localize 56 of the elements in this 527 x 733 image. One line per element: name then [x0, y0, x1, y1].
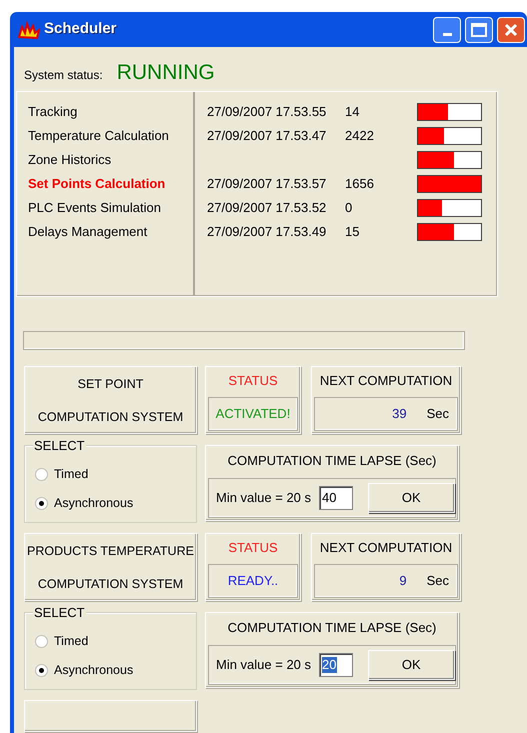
close-button[interactable] [497, 16, 525, 42]
radio-button[interactable] [35, 635, 48, 648]
task-name: Temperature Calculation [28, 127, 170, 145]
min-value-label: Min value = 20 s [216, 656, 312, 674]
system-title: COMPUTATION SYSTEM [38, 408, 184, 424]
system-status-label: System status: [24, 67, 103, 84]
task-name: Set Points Calculation [28, 175, 166, 193]
min-value-label: Min value = 20 s [216, 489, 312, 508]
maximize-icon [471, 22, 487, 36]
radio-option[interactable]: Asynchronous [35, 661, 196, 680]
app-icon [18, 20, 40, 38]
system-title: PRODUCTS TEMPERATURE [27, 542, 194, 558]
radio-option[interactable]: Timed [35, 465, 196, 484]
next-computation-label: NEXT COMPUTATION [318, 539, 454, 558]
ok-button[interactable]: OK [368, 483, 455, 513]
task-name: Tracking [28, 103, 78, 121]
task-name: PLC Events Simulation [28, 199, 162, 217]
time-lapse-input[interactable]: 20 [319, 653, 353, 677]
task-time: 27/09/2007 17.53.49 [207, 223, 328, 241]
system-title: SET POINT [78, 376, 144, 392]
status-value: ACTIVATED! [208, 397, 298, 431]
next-computation-label: NEXT COMPUTATION [318, 372, 454, 390]
radio-option[interactable]: Asynchronous [35, 494, 196, 513]
system-status-value: RUNNING [116, 60, 215, 86]
radio-button[interactable] [35, 468, 48, 481]
next-computation-value: 9 [399, 572, 407, 590]
minimize-button[interactable] [433, 16, 461, 42]
task-name: Delays Management [28, 223, 148, 241]
unit-label: Sec [426, 572, 449, 590]
time-lapse-label: COMPUTATION TIME LAPSE (Sec) [226, 619, 438, 638]
task-count: 15 [345, 223, 360, 241]
task-time: 27/09/2007 17.53.47 [207, 127, 328, 145]
radio-option[interactable]: Timed [35, 632, 196, 651]
next-computation-value: 39 [392, 405, 407, 424]
time-lapse-label: COMPUTATION TIME LAPSE (Sec) [226, 452, 438, 470]
task-time: 27/09/2007 17.53.52 [207, 199, 328, 217]
status-label: STATUS [227, 372, 279, 390]
task-count: 2422 [345, 127, 375, 145]
minimize-icon [442, 32, 452, 36]
maximize-button[interactable] [465, 16, 493, 42]
radio-button[interactable] [35, 497, 48, 510]
task-count: 14 [345, 103, 360, 121]
status-value: READY.. [208, 564, 298, 598]
radio-button[interactable] [35, 664, 48, 677]
task-name: Zone Historics [28, 151, 112, 169]
system-title: COMPUTATION SYSTEM [38, 576, 184, 592]
ok-button[interactable]: OK [368, 650, 455, 680]
unit-label: Sec [426, 405, 449, 424]
task-time: 27/09/2007 17.53.55 [207, 103, 328, 121]
task-count: 1656 [345, 175, 375, 193]
task-count: 0 [345, 199, 354, 217]
time-lapse-input[interactable]: 40 [319, 486, 353, 510]
status-label: STATUS [227, 539, 279, 558]
close-icon [503, 22, 519, 38]
window-title: Scheduler [44, 19, 118, 40]
task-time: 27/09/2007 17.53.57 [207, 175, 328, 193]
